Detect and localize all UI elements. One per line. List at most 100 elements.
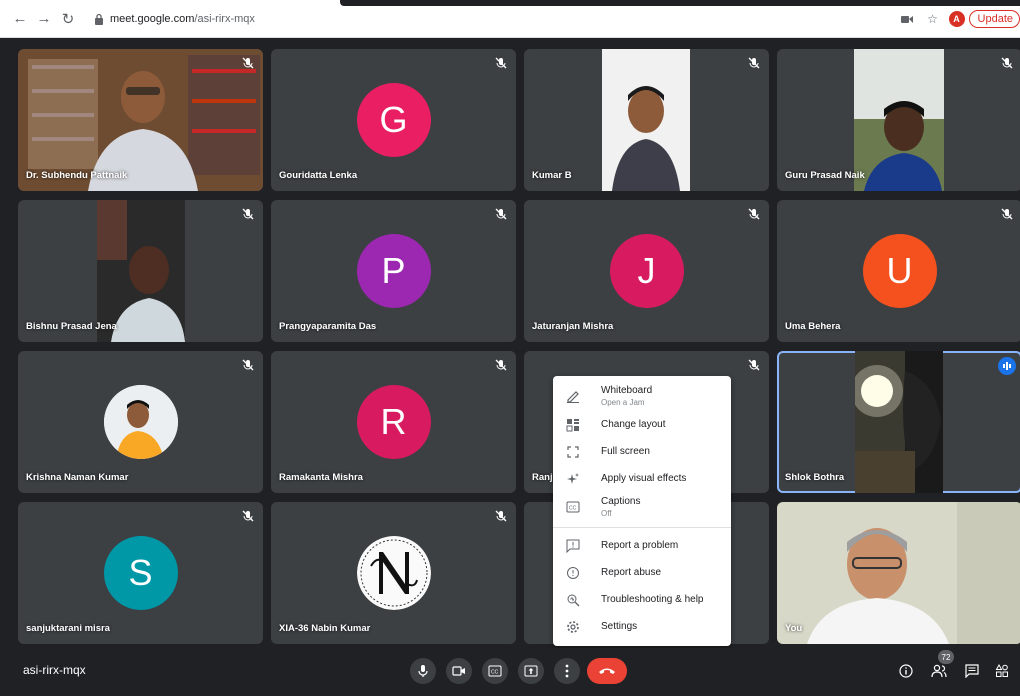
participant-tile[interactable]: Krishna Naman Kumar — [18, 351, 263, 493]
participant-name: Dr. Subhendu Pattnaik — [26, 170, 128, 181]
more-vertical-icon — [565, 664, 569, 678]
participant-tile[interactable]: Guru Prasad Naik — [777, 49, 1020, 191]
fullscreen-icon — [565, 444, 581, 460]
captions-button[interactable]: CC — [482, 658, 508, 684]
menu-item-sublabel: Open a Jam — [601, 398, 645, 407]
meeting-code: asi-rirx-mqx — [23, 663, 86, 677]
menu-item-label: Captions — [601, 496, 641, 507]
participant-tile[interactable]: J Jaturanjan Mishra — [524, 200, 769, 342]
menu-item-settings[interactable]: Settings — [553, 613, 731, 640]
bookmark-star-icon[interactable]: ☆ — [923, 9, 943, 29]
camera-icon — [452, 666, 465, 676]
menu-item-full-screen[interactable]: Full screen — [553, 438, 731, 465]
profile-avatar[interactable]: A — [948, 11, 965, 27]
mic-off-icon — [241, 56, 255, 70]
menu-item-label: Settings — [601, 621, 638, 632]
forward-icon[interactable]: → — [34, 9, 54, 29]
svg-text:CC: CC — [491, 670, 499, 676]
participant-tile[interactable]: R Ramakanta Mishra — [271, 351, 516, 493]
mic-off-icon — [241, 509, 255, 523]
participant-name: Bishnu Prasad Jena — [26, 321, 117, 332]
participant-tile[interactable]: S sanjuktarani misra — [18, 502, 263, 644]
mic-off-icon — [494, 56, 508, 70]
microphone-button[interactable] — [410, 658, 436, 684]
menu-item-label: Report a problem — [601, 540, 679, 551]
mic-off-icon — [747, 358, 761, 372]
participant-name: You — [785, 623, 803, 634]
participant-tile[interactable]: Kumar B — [524, 49, 769, 191]
participant-name: Jaturanjan Mishra — [532, 321, 614, 332]
participant-tile[interactable]: P Prangyaparamita Das — [271, 200, 516, 342]
present-icon — [524, 665, 538, 677]
menu-item-report-abuse[interactable]: Report abuse — [553, 559, 731, 586]
troubleshoot-icon — [565, 592, 581, 608]
menu-item-sublabel: Off — [601, 509, 612, 518]
menu-item-label: Apply visual effects — [601, 473, 687, 484]
camera-button[interactable] — [446, 658, 472, 684]
participant-avatar: P — [356, 234, 431, 308]
layout-icon — [565, 417, 581, 433]
participant-tile-speaking[interactable]: Shlok Bothra — [777, 351, 1020, 493]
sparkle-icon — [565, 471, 581, 487]
video-feed — [854, 49, 944, 191]
participant-tile[interactable]: Dr. Subhendu Pattnaik — [18, 49, 263, 191]
menu-item-visual-effects[interactable]: Apply visual effects — [553, 465, 731, 492]
participant-name: sanjuktarani misra — [26, 623, 110, 634]
chat-button[interactable] — [962, 661, 982, 681]
participants-button[interactable] — [929, 661, 949, 681]
reload-icon[interactable]: ↻ — [58, 9, 78, 29]
menu-item-change-layout[interactable]: Change layout — [553, 411, 731, 438]
menu-item-report-problem[interactable]: Report a problem — [553, 532, 731, 559]
participant-tile[interactable]: Bishnu Prasad Jena — [18, 200, 263, 342]
back-icon[interactable]: ← — [10, 9, 30, 29]
participant-name: Kumar B — [532, 170, 572, 181]
pen-icon — [565, 388, 581, 404]
microphone-icon — [418, 665, 428, 677]
mic-off-icon — [494, 358, 508, 372]
gear-icon — [565, 619, 581, 635]
participant-name: Krishna Naman Kumar — [26, 472, 129, 483]
svg-text:CC: CC — [569, 506, 577, 512]
participant-tile[interactable]: U Uma Behera — [777, 200, 1020, 342]
participant-count-badge: 72 — [938, 650, 954, 664]
participant-name: Shlok Bothra — [785, 472, 845, 483]
participant-tile[interactable]: G Gouridatta Lenka — [271, 49, 516, 191]
video-feed — [777, 502, 1020, 644]
mic-off-icon — [494, 207, 508, 221]
mic-off-icon — [241, 358, 255, 372]
speaking-indicator-icon — [998, 357, 1016, 375]
participant-tile[interactable]: XIA-36 Nabin Kumar — [271, 502, 516, 644]
menu-item-troubleshooting[interactable]: Troubleshooting & help — [553, 586, 731, 613]
hang-up-icon — [599, 668, 615, 674]
participant-tile-self[interactable]: You — [777, 502, 1020, 644]
participant-name: Prangyaparamita Das — [279, 321, 377, 332]
meeting-controls-bar: asi-rirx-mqx CC 72 — [0, 648, 1020, 696]
more-options-button[interactable] — [554, 658, 580, 684]
video-feed — [602, 49, 690, 191]
participant-avatar: G — [356, 83, 431, 157]
update-button[interactable]: Update — [968, 10, 1020, 28]
mic-off-icon — [494, 509, 508, 523]
camera-permission-icon[interactable] — [897, 9, 917, 29]
menu-item-whiteboard[interactable]: Whiteboard Open a Jam — [553, 381, 731, 411]
captions-icon: CC — [565, 499, 581, 515]
activities-button[interactable] — [992, 661, 1012, 681]
leave-call-button[interactable] — [587, 658, 627, 684]
more-options-menu: Whiteboard Open a Jam Change layout Full… — [553, 376, 731, 646]
url-path: /asi-rirx-mqx — [194, 12, 255, 25]
menu-item-label: Report abuse — [601, 567, 662, 578]
participant-name: Uma Behera — [785, 321, 841, 332]
participant-avatar: U — [862, 234, 937, 308]
mic-off-icon — [241, 207, 255, 221]
mic-off-icon — [747, 207, 761, 221]
lock-icon[interactable] — [92, 12, 106, 26]
participant-avatar: S — [103, 536, 178, 610]
menu-item-captions[interactable]: CC Captions Off — [553, 492, 731, 522]
participant-name: Gouridatta Lenka — [279, 170, 358, 181]
address-bar[interactable]: meet.google.com/asi-rirx-mqx — [110, 13, 255, 25]
meeting-details-button[interactable] — [896, 661, 916, 681]
people-icon — [931, 664, 947, 678]
participant-grid: Dr. Subhendu Pattnaik G Gouridatta Lenka… — [18, 49, 1020, 644]
present-screen-button[interactable] — [518, 658, 544, 684]
participant-name: XIA-36 Nabin Kumar — [279, 623, 371, 634]
